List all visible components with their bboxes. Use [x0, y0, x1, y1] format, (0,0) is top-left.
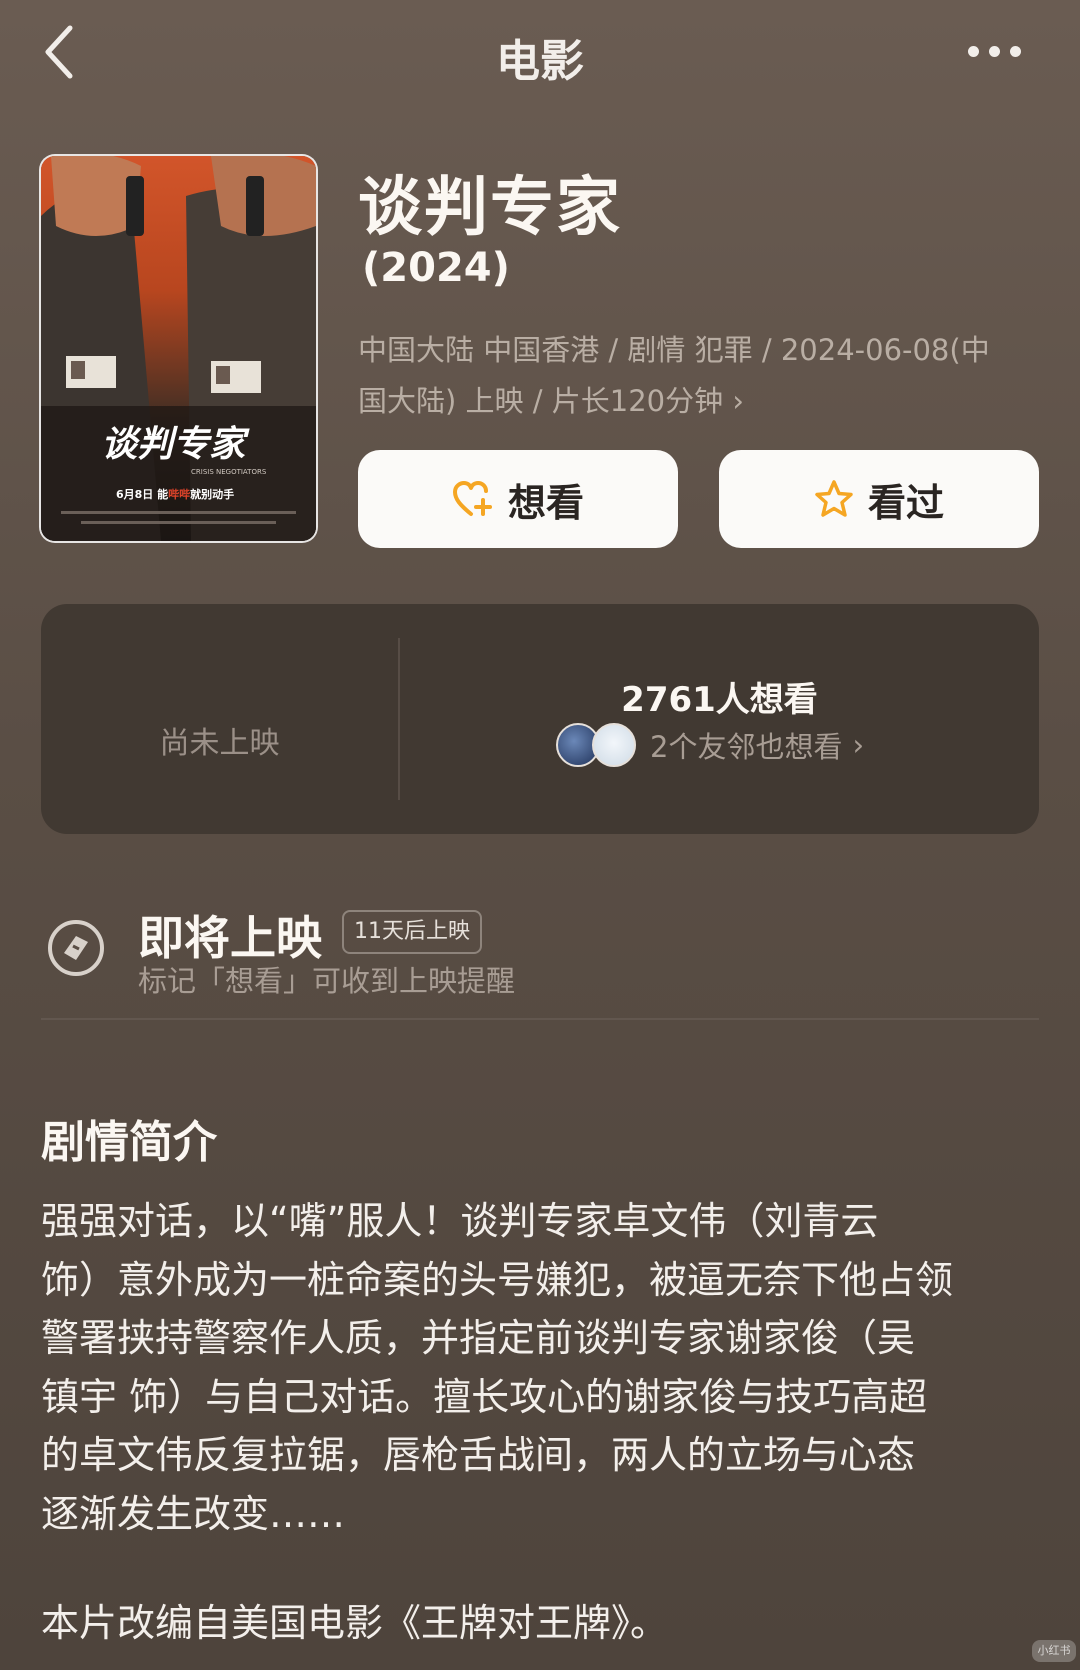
ticket-icon	[46, 918, 106, 978]
synopsis-line: 饰）意外成为一桩命案的头号嫌犯，被逼无奈下他占领	[41, 1257, 954, 1302]
meta-line-1: 中国大陆 中国香港 / 剧情 犯罪 / 2024-06-08(中	[358, 333, 990, 367]
synopsis-line: 的卓文伟反复拉锯，唇枪舌战间，两人的立场与心态	[41, 1433, 916, 1477]
movie-year: (2024)	[362, 245, 510, 291]
poster-date: 6月8日 能哔哔就别动手	[116, 487, 234, 501]
poster-title: 谈判专家	[101, 424, 250, 465]
more-dot-icon	[1010, 45, 1021, 57]
movie-title: 谈判专家	[358, 171, 622, 245]
synopsis-text: 强强对话，以“嘴”服人！谈判专家卓文伟（刘青云 饰）意外成为一桩命案的头号嫌犯，…	[41, 1192, 1041, 1543]
synopsis-line: 强强对话，以“嘴”服人！谈判专家卓文伟（刘青云	[41, 1199, 879, 1243]
poster-subtitle: CRISIS NEGOTIATORS	[191, 468, 267, 476]
meta-line-2-wrap: 国大陆) 上映 / 片长120分钟 ›	[358, 376, 1038, 427]
friends-want-link[interactable]: 2个友邻也想看 ›	[556, 722, 864, 768]
section-divider	[41, 1018, 1039, 1020]
chevron-right-icon: ›	[852, 728, 865, 762]
coming-soon-hint: 标记「想看」可收到上映提醒	[138, 964, 516, 998]
movie-poster[interactable]: 谈判专家 CRISIS NEGOTIATORS 6月8日 能哔哔就别动手	[41, 156, 316, 541]
synopsis-heading: 剧情简介	[41, 1117, 217, 1168]
release-status: 尚未上映	[159, 726, 280, 761]
watermark: 小红书	[1032, 1640, 1076, 1662]
more-dot-icon	[989, 45, 1000, 57]
poster-image: 谈判专家 CRISIS NEGOTIATORS 6月8日 能哔哔就别动手	[41, 156, 316, 541]
synopsis-line: 逐渐发生改变……	[41, 1491, 346, 1536]
adaptation-note: 本片改编自美国电影《王牌对王牌》。	[41, 1601, 669, 1645]
meta-line-2: 国大陆) 上映 / 片长120分钟	[358, 384, 724, 418]
days-until-badge: 11天后上映	[342, 910, 482, 954]
friend-avatar	[592, 723, 636, 767]
heart-plus-icon	[452, 481, 492, 516]
movie-meta[interactable]: 中国大陆 中国香港 / 剧情 犯罪 / 2024-06-08(中 国大陆) 上映…	[358, 325, 1038, 427]
want-label: 想看	[507, 480, 584, 525]
star-icon	[815, 480, 853, 517]
more-options-button[interactable]	[968, 44, 1028, 58]
page-title: 电影	[496, 36, 584, 87]
synopsis-line: 警署挟持警察作人质，并指定前谈判专家谢家俊（吴	[41, 1316, 916, 1360]
want-to-watch-button[interactable]: 想看	[358, 450, 678, 548]
chevron-right-icon: ›	[732, 384, 744, 418]
synopsis-line: 镇宇 饰）与自己对话。擅长攻心的谢家俊与技巧高超	[41, 1374, 928, 1419]
want-count: 2761人想看	[621, 680, 818, 720]
more-dot-icon	[968, 45, 979, 57]
seen-label: 看过	[867, 480, 944, 525]
watched-button[interactable]: 看过	[719, 450, 1039, 548]
friends-text: 2个友邻也想看	[650, 730, 843, 764]
